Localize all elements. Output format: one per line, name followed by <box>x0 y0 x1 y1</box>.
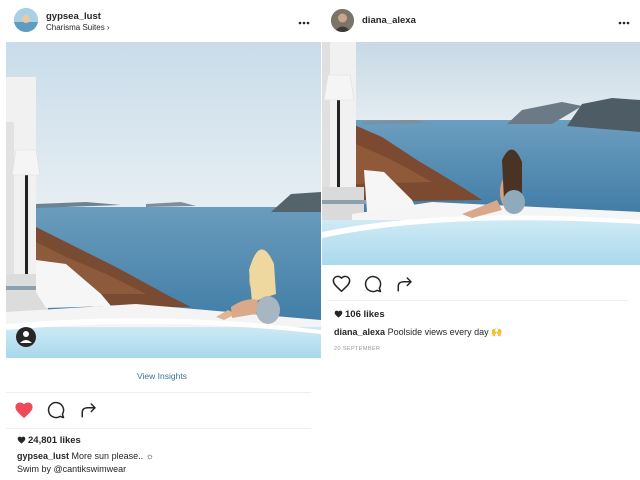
heart-small-icon <box>17 436 26 444</box>
more-horizontal-icon <box>298 21 310 25</box>
caption-text: More sun please.. ☼ <box>71 451 154 461</box>
post-photo[interactable] <box>6 42 321 358</box>
more-options-button[interactable] <box>298 16 310 26</box>
username[interactable]: diana_alexa <box>362 15 416 26</box>
like-button[interactable] <box>332 275 351 297</box>
location-link[interactable]: Charisma Suites › <box>46 23 110 32</box>
insights-divider <box>6 392 311 393</box>
avatar[interactable] <box>14 8 38 32</box>
actions-divider <box>328 300 628 301</box>
username[interactable]: gypsea_lust <box>46 11 101 22</box>
heart-filled-icon <box>15 402 33 419</box>
avatar-image <box>331 9 354 32</box>
photo-image <box>6 42 321 358</box>
caption-line-2: Swim by @cantikswimwear <box>17 464 127 474</box>
photo-image <box>322 42 640 265</box>
post-card-right: diana_alexa 106 likes diana_alexa Poolsi… <box>322 0 640 480</box>
post-card-left: gypsea_lust Charisma Suites › View Insig… <box>0 0 322 480</box>
more-options-button[interactable] <box>618 16 630 26</box>
post-photo[interactable] <box>322 42 640 265</box>
share-button[interactable] <box>396 275 414 298</box>
share-button[interactable] <box>80 401 98 424</box>
avatar[interactable] <box>331 9 354 32</box>
chevron-right-icon: › <box>106 23 110 32</box>
heart-outline-icon <box>332 275 351 293</box>
post-date: 20 SEPTEMBER <box>334 346 381 352</box>
caption: diana_alexa Poolside views every day 🙌 <box>334 327 502 338</box>
caption-username[interactable]: gypsea_lust <box>17 451 69 461</box>
view-insights-link[interactable]: View Insights <box>137 371 187 381</box>
like-button[interactable] <box>14 401 34 424</box>
share-arrow-icon <box>81 403 96 418</box>
caption-text: Poolside views every day 🙌 <box>387 327 503 337</box>
likes-count[interactable]: 24,801 likes <box>17 435 81 446</box>
likes-text: 24,801 likes <box>28 435 81 446</box>
likes-text: 106 likes <box>345 309 385 320</box>
avatar-image <box>14 8 38 32</box>
location-text: Charisma Suites <box>46 23 105 32</box>
actions-divider <box>6 428 311 429</box>
comment-button[interactable] <box>364 275 382 298</box>
comment-icon <box>47 401 65 419</box>
more-horizontal-icon <box>618 21 630 25</box>
caption-username[interactable]: diana_alexa <box>334 327 385 337</box>
share-arrow-icon <box>397 277 412 292</box>
post-header: gypsea_lust Charisma Suites › <box>0 0 322 42</box>
heart-small-icon <box>334 310 343 318</box>
comment-icon <box>364 275 382 293</box>
caption: gypsea_lust More sun please.. ☼ <box>17 451 154 461</box>
comment-button[interactable] <box>47 401 65 424</box>
post-header: diana_alexa <box>322 0 640 42</box>
likes-count[interactable]: 106 likes <box>334 309 385 320</box>
